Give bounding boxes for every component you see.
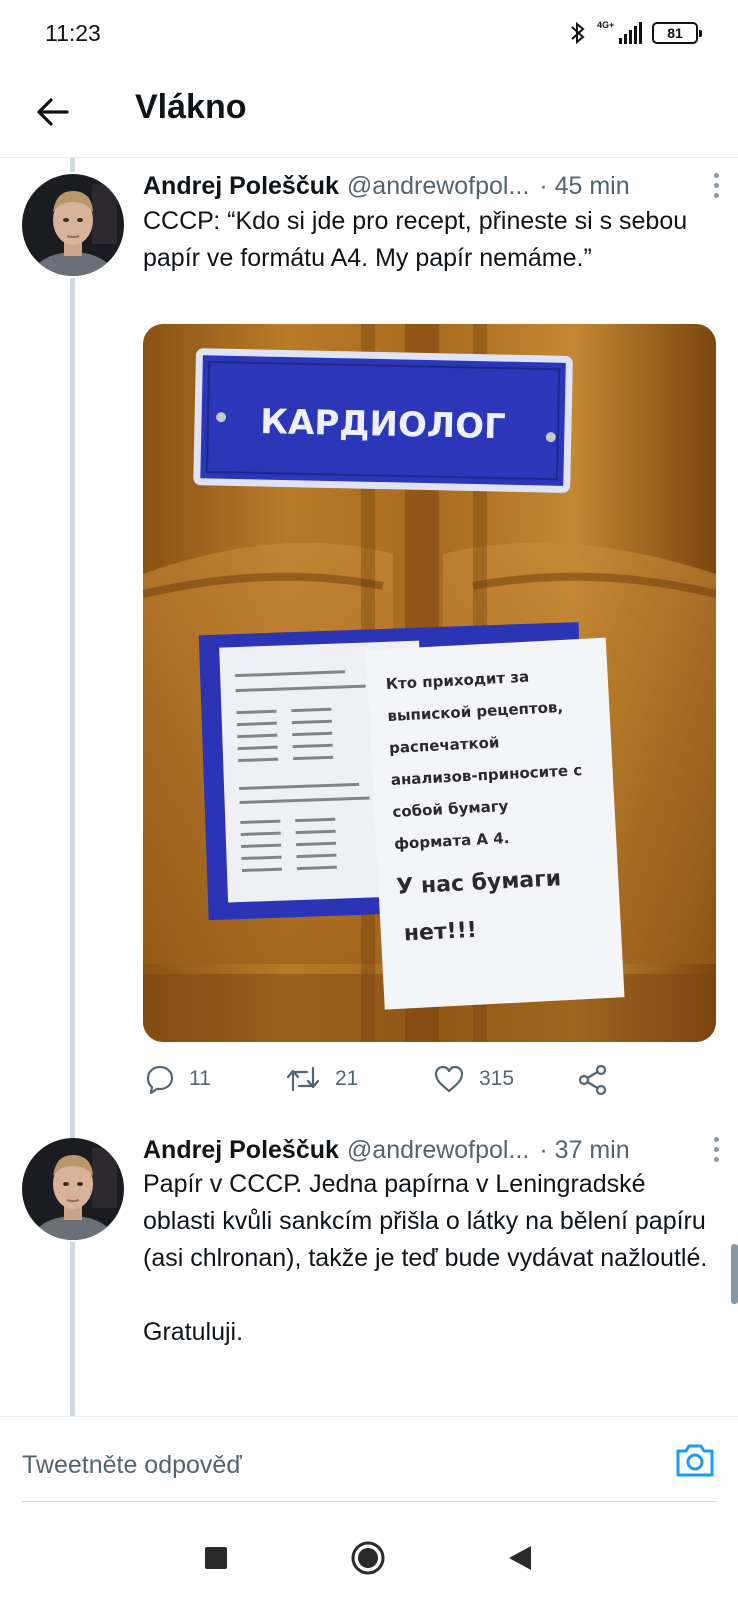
heart-icon [434, 1065, 464, 1093]
share-icon [578, 1064, 607, 1096]
more-icon [713, 172, 719, 178]
tweet-header: Andrej Polеščuk @andrewofpol... · 45 min [143, 168, 716, 204]
avatar-image [22, 174, 124, 276]
tweet-header: Andrej Polеščuk @andrewofpol... · 37 min [143, 1132, 716, 1168]
camera-icon [676, 1444, 714, 1477]
reply-bar [0, 1416, 738, 1512]
signal-icon: 4G+ [597, 20, 642, 44]
note-line-8: нет!!! [403, 918, 477, 947]
triangle-back-icon [509, 1546, 531, 1570]
more-options-button[interactable] [704, 1134, 728, 1164]
bluetooth-icon [571, 21, 585, 45]
more-icon [713, 1136, 719, 1142]
reply-input[interactable] [22, 1445, 622, 1485]
status-bar: 11:23 4G+ 81 [0, 0, 738, 68]
network-type: 4G+ [597, 20, 615, 30]
author-handle[interactable]: @andrewofpol... [347, 172, 529, 201]
tweet[interactable]: Andrej Polеščuk @andrewofpol... · 45 min… [0, 158, 738, 1126]
retweet-icon [286, 1066, 320, 1092]
square-icon [205, 1547, 227, 1569]
circle-icon [351, 1541, 385, 1575]
tweet-actions: 11 21 315 [143, 1064, 663, 1104]
share-button[interactable] [577, 1064, 609, 1096]
avatar[interactable] [22, 174, 124, 276]
avatar-image [22, 1138, 124, 1240]
reply-icon [146, 1065, 174, 1094]
tweet-image[interactable]: КАРДИОЛОГ Кто приходит за выпиской рецеп… [143, 324, 716, 1042]
more-options-button[interactable] [704, 170, 728, 200]
tweet-time[interactable]: · 37 min [539, 1136, 629, 1165]
battery-level: 81 [667, 25, 683, 41]
recents-button[interactable] [198, 1540, 234, 1576]
reply-button[interactable]: 11 [145, 1064, 211, 1094]
back-nav-button[interactable] [502, 1540, 538, 1576]
system-nav-bar [0, 1512, 738, 1600]
scrollbar-thumb[interactable] [731, 1244, 738, 1304]
arrow-left-icon [37, 98, 69, 126]
home-button[interactable] [350, 1540, 386, 1576]
tweet-text: Papír v СССР. Jedna papírna v Leningrads… [143, 1170, 708, 1346]
tweet-time[interactable]: · 45 min [539, 172, 629, 201]
back-button[interactable] [30, 90, 74, 134]
tweet[interactable]: Andrej Polеščuk @andrewofpol... · 37 min… [0, 1128, 738, 1416]
reply-count: 11 [189, 1067, 211, 1090]
page-title: Vlákno [135, 88, 247, 126]
avatar[interactable] [22, 1138, 124, 1240]
author-handle[interactable]: @andrewofpol... [347, 1136, 529, 1165]
like-count: 315 [479, 1067, 515, 1090]
header: Vlákno [0, 68, 738, 158]
thread[interactable]: Andrej Polеščuk @andrewofpol... · 45 min… [0, 158, 738, 1416]
status-icons: 4G+ 81 [569, 20, 702, 46]
door-photo: КАРДИОЛОГ Кто приходит за выпиской рецеп… [143, 324, 716, 1042]
retweet-count: 21 [335, 1067, 359, 1090]
sign-text: КАРДИОЛОГ [260, 402, 506, 447]
status-time: 11:23 [45, 20, 101, 46]
author-name[interactable]: Andrej Polеščuk [143, 1136, 339, 1165]
like-button[interactable]: 315 [433, 1064, 514, 1094]
author-name[interactable]: Andrej Polеščuk [143, 172, 339, 201]
battery-icon: 81 [652, 22, 702, 44]
retweet-button[interactable]: 21 [285, 1064, 358, 1094]
reply-underline [22, 1501, 716, 1502]
camera-button[interactable] [674, 1439, 716, 1481]
tweet-text: СССР: “Kdo si jde pro recept, přineste s… [143, 207, 688, 272]
